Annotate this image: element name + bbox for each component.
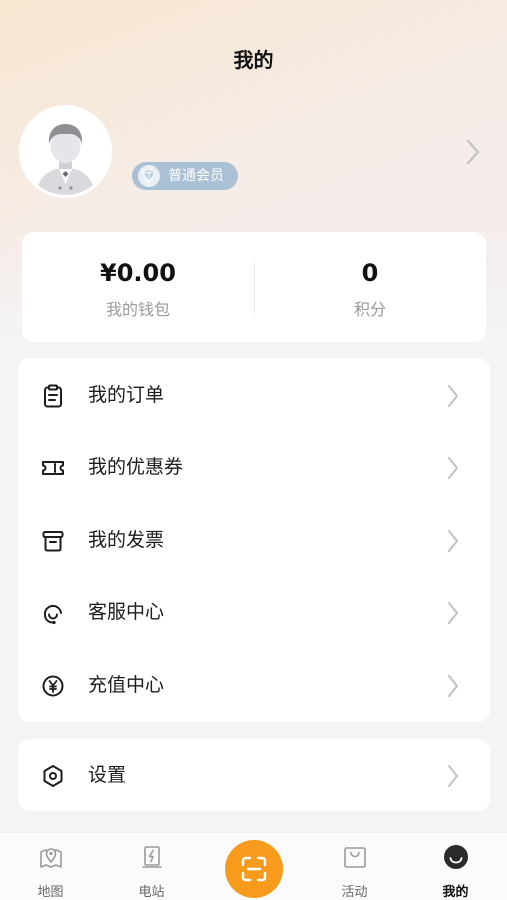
menu-item-invoices[interactable]: 我的发票	[18, 504, 490, 576]
menu-item-orders[interactable]: 我的订单	[18, 359, 490, 431]
menu-item-customer-service[interactable]: 客服中心	[18, 576, 490, 648]
chevron-right-icon	[447, 674, 459, 698]
chevron-right-icon	[447, 384, 459, 408]
menu-item-settings[interactable]: 设置	[18, 739, 490, 811]
points-stat[interactable]: 0 积分	[254, 232, 486, 342]
tab-label-activity: 活动	[341, 885, 368, 900]
stats-card: ¥0.00 我的钱包 0 积分	[22, 232, 486, 342]
wallet-balance: ¥0.00	[100, 259, 176, 287]
menu-card: 我的订单 我的优惠券 我的发票 客服中心 充值中心	[18, 358, 490, 722]
chevron-right-icon	[447, 529, 459, 553]
points-label: 积分	[353, 300, 386, 319]
chevron-right-icon	[447, 601, 459, 625]
settings-card: 设置	[18, 739, 490, 811]
tab-mine[interactable]: 我的	[405, 833, 506, 900]
tab-label-station: 电站	[138, 885, 165, 900]
menu-label-orders: 我的订单	[88, 384, 165, 406]
default-avatar-icon	[22, 108, 109, 195]
wallet-stat[interactable]: ¥0.00 我的钱包	[22, 232, 254, 342]
diamond-icon	[138, 165, 160, 187]
tab-label-mine: 我的	[442, 885, 469, 900]
menu-label-settings: 设置	[88, 764, 127, 786]
points-value: 0	[361, 259, 379, 287]
page-title: 我的	[233, 48, 274, 72]
member-level-badge[interactable]: 普通会员	[132, 162, 238, 190]
member-level-label: 普通会员	[168, 168, 224, 184]
menu-label-customer-service: 客服中心	[88, 601, 165, 623]
clipboard-icon	[44, 384, 62, 408]
scan-icon	[241, 856, 267, 882]
profile-chevron-right-icon[interactable]	[465, 138, 481, 166]
avatar[interactable]	[22, 108, 109, 195]
profile-smile-icon	[444, 845, 468, 869]
menu-label-coupons: 我的优惠券	[88, 456, 184, 478]
menu-item-coupons[interactable]: 我的优惠券	[18, 431, 490, 503]
tab-station[interactable]: 电站	[101, 833, 202, 900]
scan-button[interactable]	[225, 840, 283, 898]
headset-icon	[43, 604, 62, 625]
ticket-icon	[42, 461, 64, 475]
charging-station-icon	[142, 846, 162, 868]
menu-item-recharge[interactable]: 充值中心	[18, 649, 490, 721]
chevron-right-icon	[447, 456, 459, 480]
wallet-label: 我的钱包	[105, 300, 170, 319]
map-pin-icon	[40, 848, 62, 868]
menu-label-recharge: 充值中心	[88, 674, 165, 696]
hexagon-gear-icon	[43, 765, 63, 787]
tab-activity[interactable]: 活动	[304, 833, 405, 900]
tab-map[interactable]: 地图	[0, 833, 101, 900]
invoice-icon	[42, 531, 64, 552]
tab-label-map: 地图	[37, 885, 64, 900]
menu-label-invoices: 我的发票	[88, 529, 165, 551]
chevron-right-icon	[447, 764, 459, 788]
shopping-bag-icon	[344, 847, 366, 868]
yen-coin-icon	[42, 675, 64, 697]
